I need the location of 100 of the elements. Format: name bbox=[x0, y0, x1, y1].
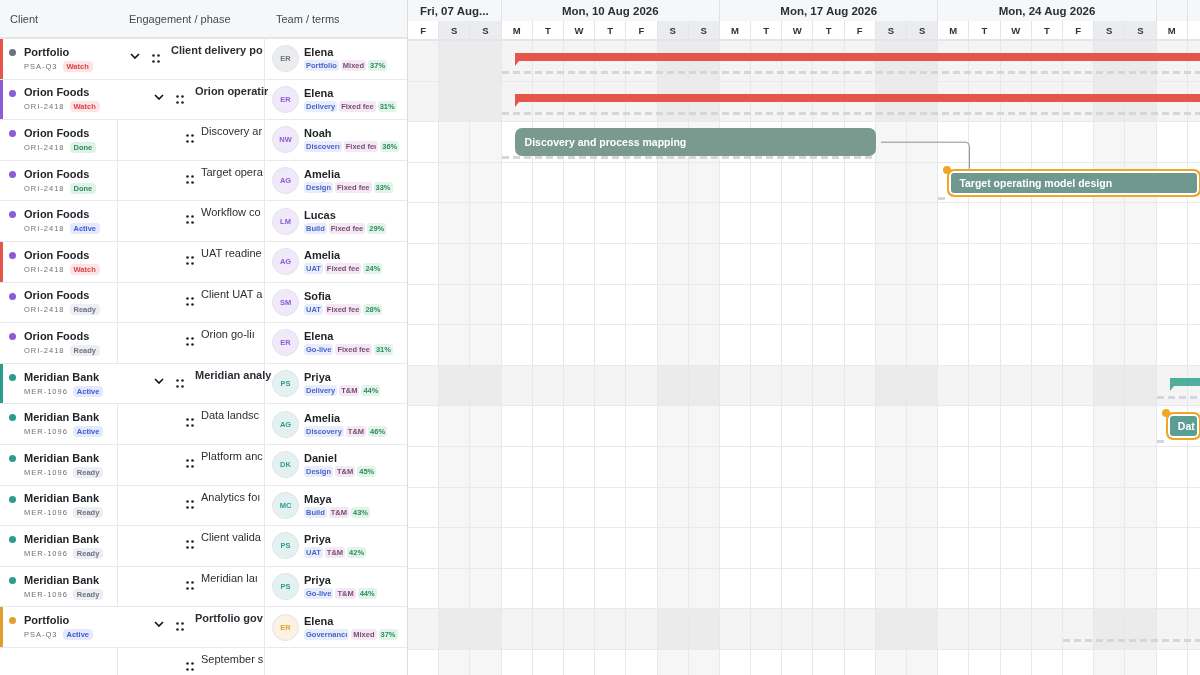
weekend-column bbox=[470, 41, 502, 81]
weekend-column bbox=[470, 446, 502, 487]
team-member-name: Amelia bbox=[304, 249, 342, 262]
weekend-column bbox=[688, 446, 720, 487]
client-name: Meridian Bank bbox=[24, 492, 101, 505]
engagement-name: Data landsc bbox=[201, 409, 260, 422]
weekend-column bbox=[688, 365, 720, 406]
client-name: Meridian Bank bbox=[24, 451, 101, 464]
weekend-column bbox=[1094, 528, 1126, 568]
chevron-icon[interactable] bbox=[154, 93, 164, 100]
weekend-column bbox=[907, 162, 939, 203]
weekend-column bbox=[470, 365, 502, 406]
weekend-column bbox=[1094, 243, 1126, 284]
drag-handle-icon[interactable] bbox=[186, 499, 194, 509]
client-name: Portfolio bbox=[24, 614, 71, 627]
drag-handle-icon[interactable] bbox=[186, 458, 194, 468]
drag-handle-icon[interactable] bbox=[186, 661, 194, 671]
team-member-name: Noah bbox=[304, 127, 333, 140]
weekend-column bbox=[688, 325, 720, 365]
task-bar[interactable]: Dat bbox=[1165, 412, 1200, 441]
day-header: S bbox=[439, 21, 471, 39]
engagement-name: Client valida bbox=[201, 531, 261, 544]
drag-handle-icon[interactable] bbox=[186, 215, 194, 225]
team-member-name: Elena bbox=[304, 614, 335, 627]
engagement-name: Client delivery po bbox=[171, 44, 263, 56]
weekend-column bbox=[439, 365, 471, 406]
weekend-column bbox=[1094, 122, 1126, 162]
chevron-icon[interactable] bbox=[154, 621, 164, 628]
engagement-name: Orion go-liı bbox=[201, 328, 255, 341]
summary-bar[interactable] bbox=[514, 93, 1200, 107]
chevron-icon[interactable] bbox=[154, 377, 164, 384]
weekend-column bbox=[470, 122, 502, 162]
weekend-column bbox=[688, 203, 720, 243]
weekend-column bbox=[439, 325, 471, 365]
engagement-name: September s bbox=[201, 652, 264, 665]
drag-handle-icon[interactable] bbox=[176, 94, 184, 104]
weekend-column bbox=[439, 81, 471, 122]
weekend-column bbox=[657, 243, 689, 284]
weekend-column bbox=[875, 406, 907, 446]
client-name: Orion Foods bbox=[24, 248, 91, 261]
drag-handle-icon[interactable] bbox=[152, 54, 160, 63]
drag-handle-icon[interactable] bbox=[186, 296, 194, 306]
engagement-name: Portfolio gov bbox=[195, 612, 263, 625]
week-label: Mon, 17 Aug 2026 bbox=[780, 4, 878, 17]
weekend-column bbox=[875, 365, 907, 406]
day-header: S bbox=[657, 21, 689, 39]
engagement-name: UAT readine bbox=[201, 246, 262, 259]
team-member-name: Elena bbox=[304, 86, 335, 99]
weekend-column bbox=[470, 203, 502, 243]
weekend-column bbox=[1125, 568, 1157, 609]
weekend-column bbox=[1094, 446, 1126, 487]
weekend-column bbox=[1094, 406, 1126, 446]
weekend-column bbox=[907, 446, 939, 487]
chevron-icon[interactable] bbox=[130, 53, 140, 59]
summary-bar[interactable] bbox=[514, 53, 1200, 66]
day-header: S bbox=[470, 21, 502, 39]
weekend-column bbox=[657, 487, 689, 528]
weekend-column bbox=[470, 162, 502, 203]
drag-handle-icon[interactable] bbox=[186, 418, 194, 428]
weekend-column bbox=[439, 568, 471, 609]
task-bar[interactable]: Target operating model design bbox=[947, 168, 1200, 197]
drag-handle-icon[interactable] bbox=[186, 255, 194, 265]
weekend-column bbox=[470, 284, 502, 325]
weekend-column bbox=[907, 284, 939, 325]
task-bar[interactable]: Discovery and process mapping bbox=[514, 128, 876, 157]
drag-handle-icon[interactable] bbox=[176, 622, 184, 632]
weekend-column bbox=[875, 568, 907, 609]
client-name: Meridian Bank bbox=[24, 370, 101, 383]
column-header: Team / terms bbox=[275, 12, 341, 25]
day-header: S bbox=[688, 21, 720, 39]
drag-handle-icon[interactable] bbox=[186, 580, 194, 590]
team-member-name: Amelia bbox=[304, 411, 342, 424]
weekend-column bbox=[875, 487, 907, 528]
column-header: Engagement / phase bbox=[128, 12, 232, 25]
engagement-name: Workflow co bbox=[201, 206, 261, 219]
team-member-name: Priya bbox=[304, 533, 332, 546]
weekend-column bbox=[1094, 365, 1126, 406]
drag-handle-icon[interactable] bbox=[186, 540, 194, 550]
team-member-name: Elena bbox=[304, 46, 335, 59]
weekend-column bbox=[439, 487, 471, 528]
weekend-column bbox=[688, 487, 720, 528]
weekend-column bbox=[470, 81, 502, 122]
weekend-column bbox=[688, 528, 720, 568]
team-member-name: Maya bbox=[304, 492, 333, 505]
weekend-column bbox=[470, 568, 502, 609]
weekend-column bbox=[907, 528, 939, 568]
day-header: S bbox=[1125, 21, 1157, 39]
weekend-column bbox=[907, 406, 939, 446]
drag-handle-icon[interactable] bbox=[176, 378, 184, 388]
drag-handle-icon[interactable] bbox=[186, 134, 194, 144]
weekend-column bbox=[1094, 487, 1126, 528]
weekend-column bbox=[875, 325, 907, 365]
drag-handle-dot[interactable] bbox=[1161, 409, 1170, 418]
client-name: Portfolio bbox=[24, 45, 71, 58]
weekend-column bbox=[657, 568, 689, 609]
weekend-column bbox=[875, 243, 907, 284]
drag-handle-icon[interactable] bbox=[186, 337, 194, 347]
engagement-name: Client UAT a bbox=[201, 287, 263, 300]
drag-handle-icon[interactable] bbox=[186, 174, 194, 184]
drag-handle-dot[interactable] bbox=[943, 165, 952, 174]
